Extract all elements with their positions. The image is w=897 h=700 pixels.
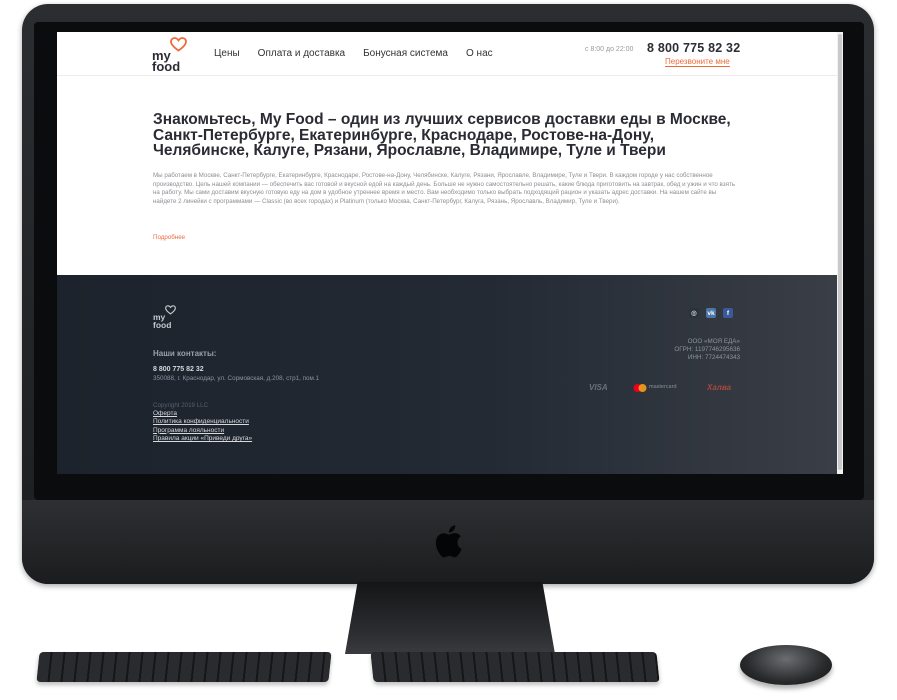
page-scrollbar[interactable] xyxy=(837,32,843,474)
nav-item-payment-delivery[interactable]: Оплата и доставка xyxy=(258,48,345,59)
company-info: ООО «МОЯ ЕДА» ОГРН: 1197746295636 ИНН: 7… xyxy=(674,338,740,363)
instagram-icon[interactable]: ◎ xyxy=(689,308,699,318)
callback-link[interactable]: Перезвоните мне xyxy=(665,57,730,67)
keyboard-right xyxy=(370,652,660,682)
mastercard-icon xyxy=(633,384,647,392)
nav-item-bonus[interactable]: Бонусная система xyxy=(363,48,448,59)
logo-text-food: food xyxy=(152,59,181,74)
heart-icon xyxy=(170,37,187,52)
footer-links: Оферта Политика конфиденциальности Прогр… xyxy=(153,410,252,444)
keyboard-left xyxy=(36,652,332,682)
visa-logo: VISA xyxy=(589,383,608,392)
nav-item-prices[interactable]: Цены xyxy=(214,48,240,59)
halva-logo: Халва xyxy=(707,383,732,392)
loyalty-program-link[interactable]: Программа лояльности xyxy=(153,427,252,435)
mouse xyxy=(740,645,832,685)
site-footer: my food Наши контакты: 8 800 775 82 32 3… xyxy=(57,275,837,474)
footer-logo-text-food: food xyxy=(153,320,172,330)
nav-item-about[interactable]: О нас xyxy=(466,48,493,59)
mastercard-logo: mastercard xyxy=(649,384,677,390)
contacts-title: Наши контакты: xyxy=(153,349,217,358)
privacy-policy-link[interactable]: Политика конфиденциальности xyxy=(153,418,252,426)
site-header: my food Цены Оплата и доставка Бонусная … xyxy=(57,32,837,76)
more-link[interactable]: Подробнее xyxy=(153,234,185,241)
footer-phone[interactable]: 8 800 775 82 32 xyxy=(153,366,204,373)
payment-methods: VISA mastercard Халва xyxy=(589,382,739,394)
desktop-scene: my food Цены Оплата и доставка Бонусная … xyxy=(0,0,897,700)
facebook-icon[interactable]: f xyxy=(723,308,733,318)
scrollbar-thumb[interactable] xyxy=(838,34,842,470)
main-nav: Цены Оплата и доставка Бонусная система … xyxy=(214,48,493,59)
page-title: Знакомьтесь, My Food – один из лучших се… xyxy=(153,111,731,159)
social-links: ◎ vk f xyxy=(689,308,733,318)
header-phone[interactable]: 8 800 775 82 32 xyxy=(647,41,740,55)
imac-stand xyxy=(345,582,555,654)
vk-icon[interactable]: vk xyxy=(706,308,716,318)
offer-link[interactable]: Оферта xyxy=(153,410,252,418)
company-ogrn: ОГРН: 1197746295636 xyxy=(674,346,740,354)
apple-logo-icon xyxy=(435,525,462,558)
website-screen: my food Цены Оплата и доставка Бонусная … xyxy=(57,32,843,474)
working-hours: с 8:00 до 22:00 xyxy=(585,46,634,53)
refer-friend-rules-link[interactable]: Правила акции «Приведи друга» xyxy=(153,435,252,443)
company-inn: ИНН: 7724474343 xyxy=(687,354,740,362)
site-logo[interactable]: my food xyxy=(152,37,202,73)
about-text: Мы работаем в Москве, Санкт-Петербурге, … xyxy=(153,172,735,205)
heart-icon xyxy=(165,305,176,315)
copyright: Copyright 2019 LLC xyxy=(153,402,209,409)
company-name: ООО «МОЯ ЕДА» xyxy=(687,338,740,345)
footer-logo[interactable]: my food xyxy=(153,305,193,331)
footer-address: 350088, г. Краснодар, ул. Сормовская, д.… xyxy=(153,375,320,382)
